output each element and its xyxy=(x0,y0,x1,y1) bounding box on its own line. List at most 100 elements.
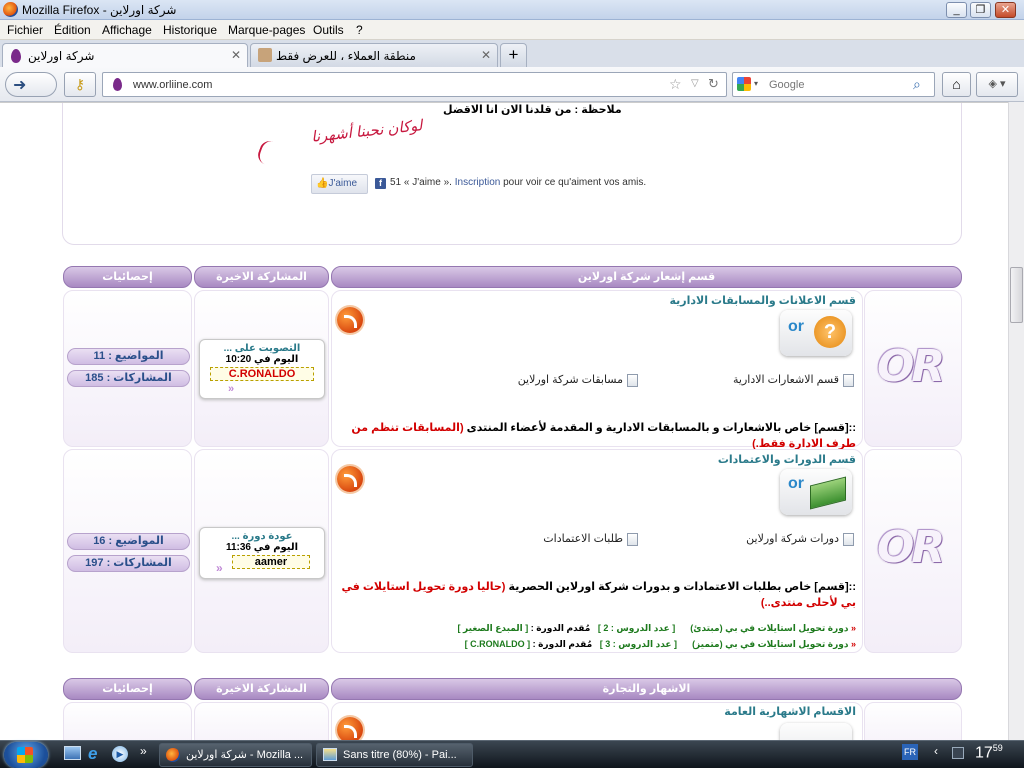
forum-icon xyxy=(780,723,852,740)
reload-icon[interactable]: ↻ xyxy=(708,76,719,92)
tab-label: منطقة العملاء ، للعرض فقط xyxy=(276,49,416,63)
section2-header-last: المشاركة الاخيرة xyxy=(194,678,329,700)
menu-affichage[interactable]: Affichage xyxy=(102,23,152,37)
more-icon[interactable]: » xyxy=(140,744,147,758)
subforum-link[interactable]: مسابقات شركة اورلاين xyxy=(518,373,638,387)
windows-logo-icon xyxy=(17,747,33,763)
forum-icon: or xyxy=(780,469,852,515)
page-content: ملاحظة : من قلدنا الان انا الاقضل لوكان … xyxy=(0,102,1008,740)
site-favicon-icon xyxy=(11,49,21,63)
section1-header-last: المشاركة الاخيرة xyxy=(194,266,329,288)
posts-count: المشاركات : 185 xyxy=(67,370,190,387)
subforum-link[interactable]: دورات شركة اورلاين xyxy=(746,532,854,546)
section1-header-main: قسم إشعار شركة اورلاين xyxy=(331,266,962,288)
forum2-title[interactable]: قسم الدورات والاعتمادات xyxy=(718,453,856,466)
section1-header-stats: إحصائيات xyxy=(63,266,192,288)
arrow-icon xyxy=(255,138,277,166)
forum-icon: or ? xyxy=(780,310,852,356)
close-tab-icon[interactable]: ✕ xyxy=(481,48,491,62)
rss-icon[interactable] xyxy=(337,466,363,492)
forum1-description: ::[قسم] خاص بالاشعارات و بالمسابقات الاد… xyxy=(351,422,856,450)
menu-marque-pages[interactable]: Marque-pages xyxy=(228,23,305,37)
taskbar-item-paint[interactable]: Sans titre (80%) - Pai... xyxy=(316,743,473,767)
rss-icon[interactable] xyxy=(337,307,363,333)
close-window-button[interactable]: ✕ xyxy=(995,2,1016,18)
url-text[interactable]: www.orliine.com xyxy=(133,79,212,91)
or-logo: OR xyxy=(877,522,945,573)
document-icon xyxy=(843,532,854,546)
address-bar[interactable]: www.orliine.com ☆ ▽ ↻ xyxy=(102,72,727,97)
tab-client-area[interactable]: منطقة العملاء ، للعرض فقط ✕ xyxy=(250,43,498,67)
last-post-user[interactable]: C.RONALDO xyxy=(210,367,314,381)
language-indicator[interactable]: FR xyxy=(902,744,918,760)
subforum-link[interactable]: طلبات الاعتمادات xyxy=(543,532,638,546)
facebook-icon: f xyxy=(375,178,386,189)
last-post-title[interactable]: عودة دورة ... xyxy=(200,531,324,542)
google-engine-icon[interactable] xyxy=(737,77,751,91)
forum3-title[interactable]: الاقسام الاشهارية العامة xyxy=(724,705,856,718)
top-panel: ملاحظة : من قلدنا الان انا الاقضل لوكان … xyxy=(62,103,962,245)
menu-help[interactable]: ? xyxy=(356,23,363,37)
document-icon xyxy=(627,532,638,546)
minimize-button[interactable]: _ xyxy=(946,2,967,18)
home-button[interactable]: ⌂ xyxy=(942,72,971,97)
tab-orlaine[interactable]: شركة اورلاين ✕ xyxy=(2,43,248,67)
last-post-box[interactable]: التصويت على ... اليوم في 10:20 C.RONALDO… xyxy=(199,339,325,399)
like-button[interactable]: 👍J'aime xyxy=(311,174,368,194)
search-placeholder[interactable]: Google xyxy=(769,79,804,91)
addon-button[interactable]: ◈ ▾ xyxy=(976,72,1018,97)
bullet-icon: « xyxy=(850,639,856,649)
menu-edition[interactable]: Édition xyxy=(54,23,91,37)
last-post-user[interactable]: aamer xyxy=(232,555,310,569)
site-identity-icon[interactable] xyxy=(113,78,122,91)
money-icon xyxy=(810,476,846,510)
bookmark-star-icon[interactable]: ☆ xyxy=(669,76,682,93)
menu-historique[interactable]: Historique xyxy=(163,23,217,37)
new-tab-button[interactable]: + xyxy=(500,43,527,67)
vertical-scrollbar[interactable] xyxy=(1008,102,1024,740)
start-button[interactable] xyxy=(4,742,48,768)
rss-icon[interactable] xyxy=(337,717,363,740)
menu-outils[interactable]: Outils xyxy=(313,23,344,37)
clock[interactable]: 1759 xyxy=(975,743,1003,762)
forum2-logo-cell: OR xyxy=(864,449,962,653)
subforum-link[interactable]: قسم الاشعارات الادارية xyxy=(733,373,854,387)
scrollbar-thumb[interactable] xyxy=(1010,267,1023,323)
go-to-post-icon[interactable]: » xyxy=(228,383,234,395)
taskbar-item-firefox[interactable]: شركة اورلاين - Mozilla ... xyxy=(159,743,312,767)
back-forward-buttons[interactable]: ➜ xyxy=(5,72,57,97)
go-to-post-icon[interactable]: » xyxy=(216,561,223,575)
network-icon[interactable] xyxy=(952,747,964,759)
maximize-button[interactable]: ❐ xyxy=(970,2,991,18)
show-desktop-icon[interactable] xyxy=(64,746,81,760)
forum3-main-cell: الاقسام الاشهارية العامة xyxy=(331,702,863,740)
tray-expand-icon[interactable]: ‹ xyxy=(934,744,938,758)
forum2-last-post-cell: عودة دورة ... اليوم في 11:36 aamer » xyxy=(194,449,329,653)
dropdown-icon[interactable]: ▽ xyxy=(691,78,699,89)
engine-dropdown-icon[interactable]: ▾ xyxy=(754,79,758,88)
search-icon[interactable]: ⌕ xyxy=(913,76,921,93)
forum1-logo-cell: OR xyxy=(864,290,962,447)
last-post-title[interactable]: التصويت على ... xyxy=(200,343,324,354)
inscription-link[interactable]: Inscription xyxy=(455,177,501,188)
last-post-box[interactable]: عودة دورة ... اليوم في 11:36 aamer » xyxy=(199,527,325,579)
forum1-title[interactable]: قسم الاعلانات والمسابقات الادارية xyxy=(669,294,856,307)
media-player-icon[interactable]: ▶ xyxy=(112,746,128,762)
key-button[interactable]: ⚷ xyxy=(64,72,96,97)
section2-header-stats: إحصائيات xyxy=(63,678,192,700)
forum2-main-cell: قسم الدورات والاعتمادات or دورات شركة او… xyxy=(331,449,863,653)
document-icon xyxy=(627,373,638,387)
close-tab-icon[interactable]: ✕ xyxy=(231,48,241,62)
ie-icon[interactable]: e xyxy=(88,744,97,764)
like-info: 51 « J'aime ». Inscription pour voir ce … xyxy=(390,177,647,188)
back-arrow-icon[interactable]: ➜ xyxy=(13,75,26,95)
forum3-stats-cell xyxy=(63,702,192,740)
firefox-icon xyxy=(166,748,180,762)
menu-fichier[interactable]: Fichier xyxy=(7,23,43,37)
search-box[interactable]: ▾ Google ⌕ xyxy=(732,72,935,97)
course-line: « دورة تحويل استايلات في بي (متميز) [ عد… xyxy=(464,639,856,649)
clock-hour: 17 xyxy=(975,744,993,762)
topics-count: المواضيع : 16 xyxy=(67,533,190,550)
site-favicon-icon xyxy=(258,48,272,62)
window-title-bar[interactable]: شركة اورلاين - Mozilla Firefox _ ❐ ✕ xyxy=(0,0,1024,20)
